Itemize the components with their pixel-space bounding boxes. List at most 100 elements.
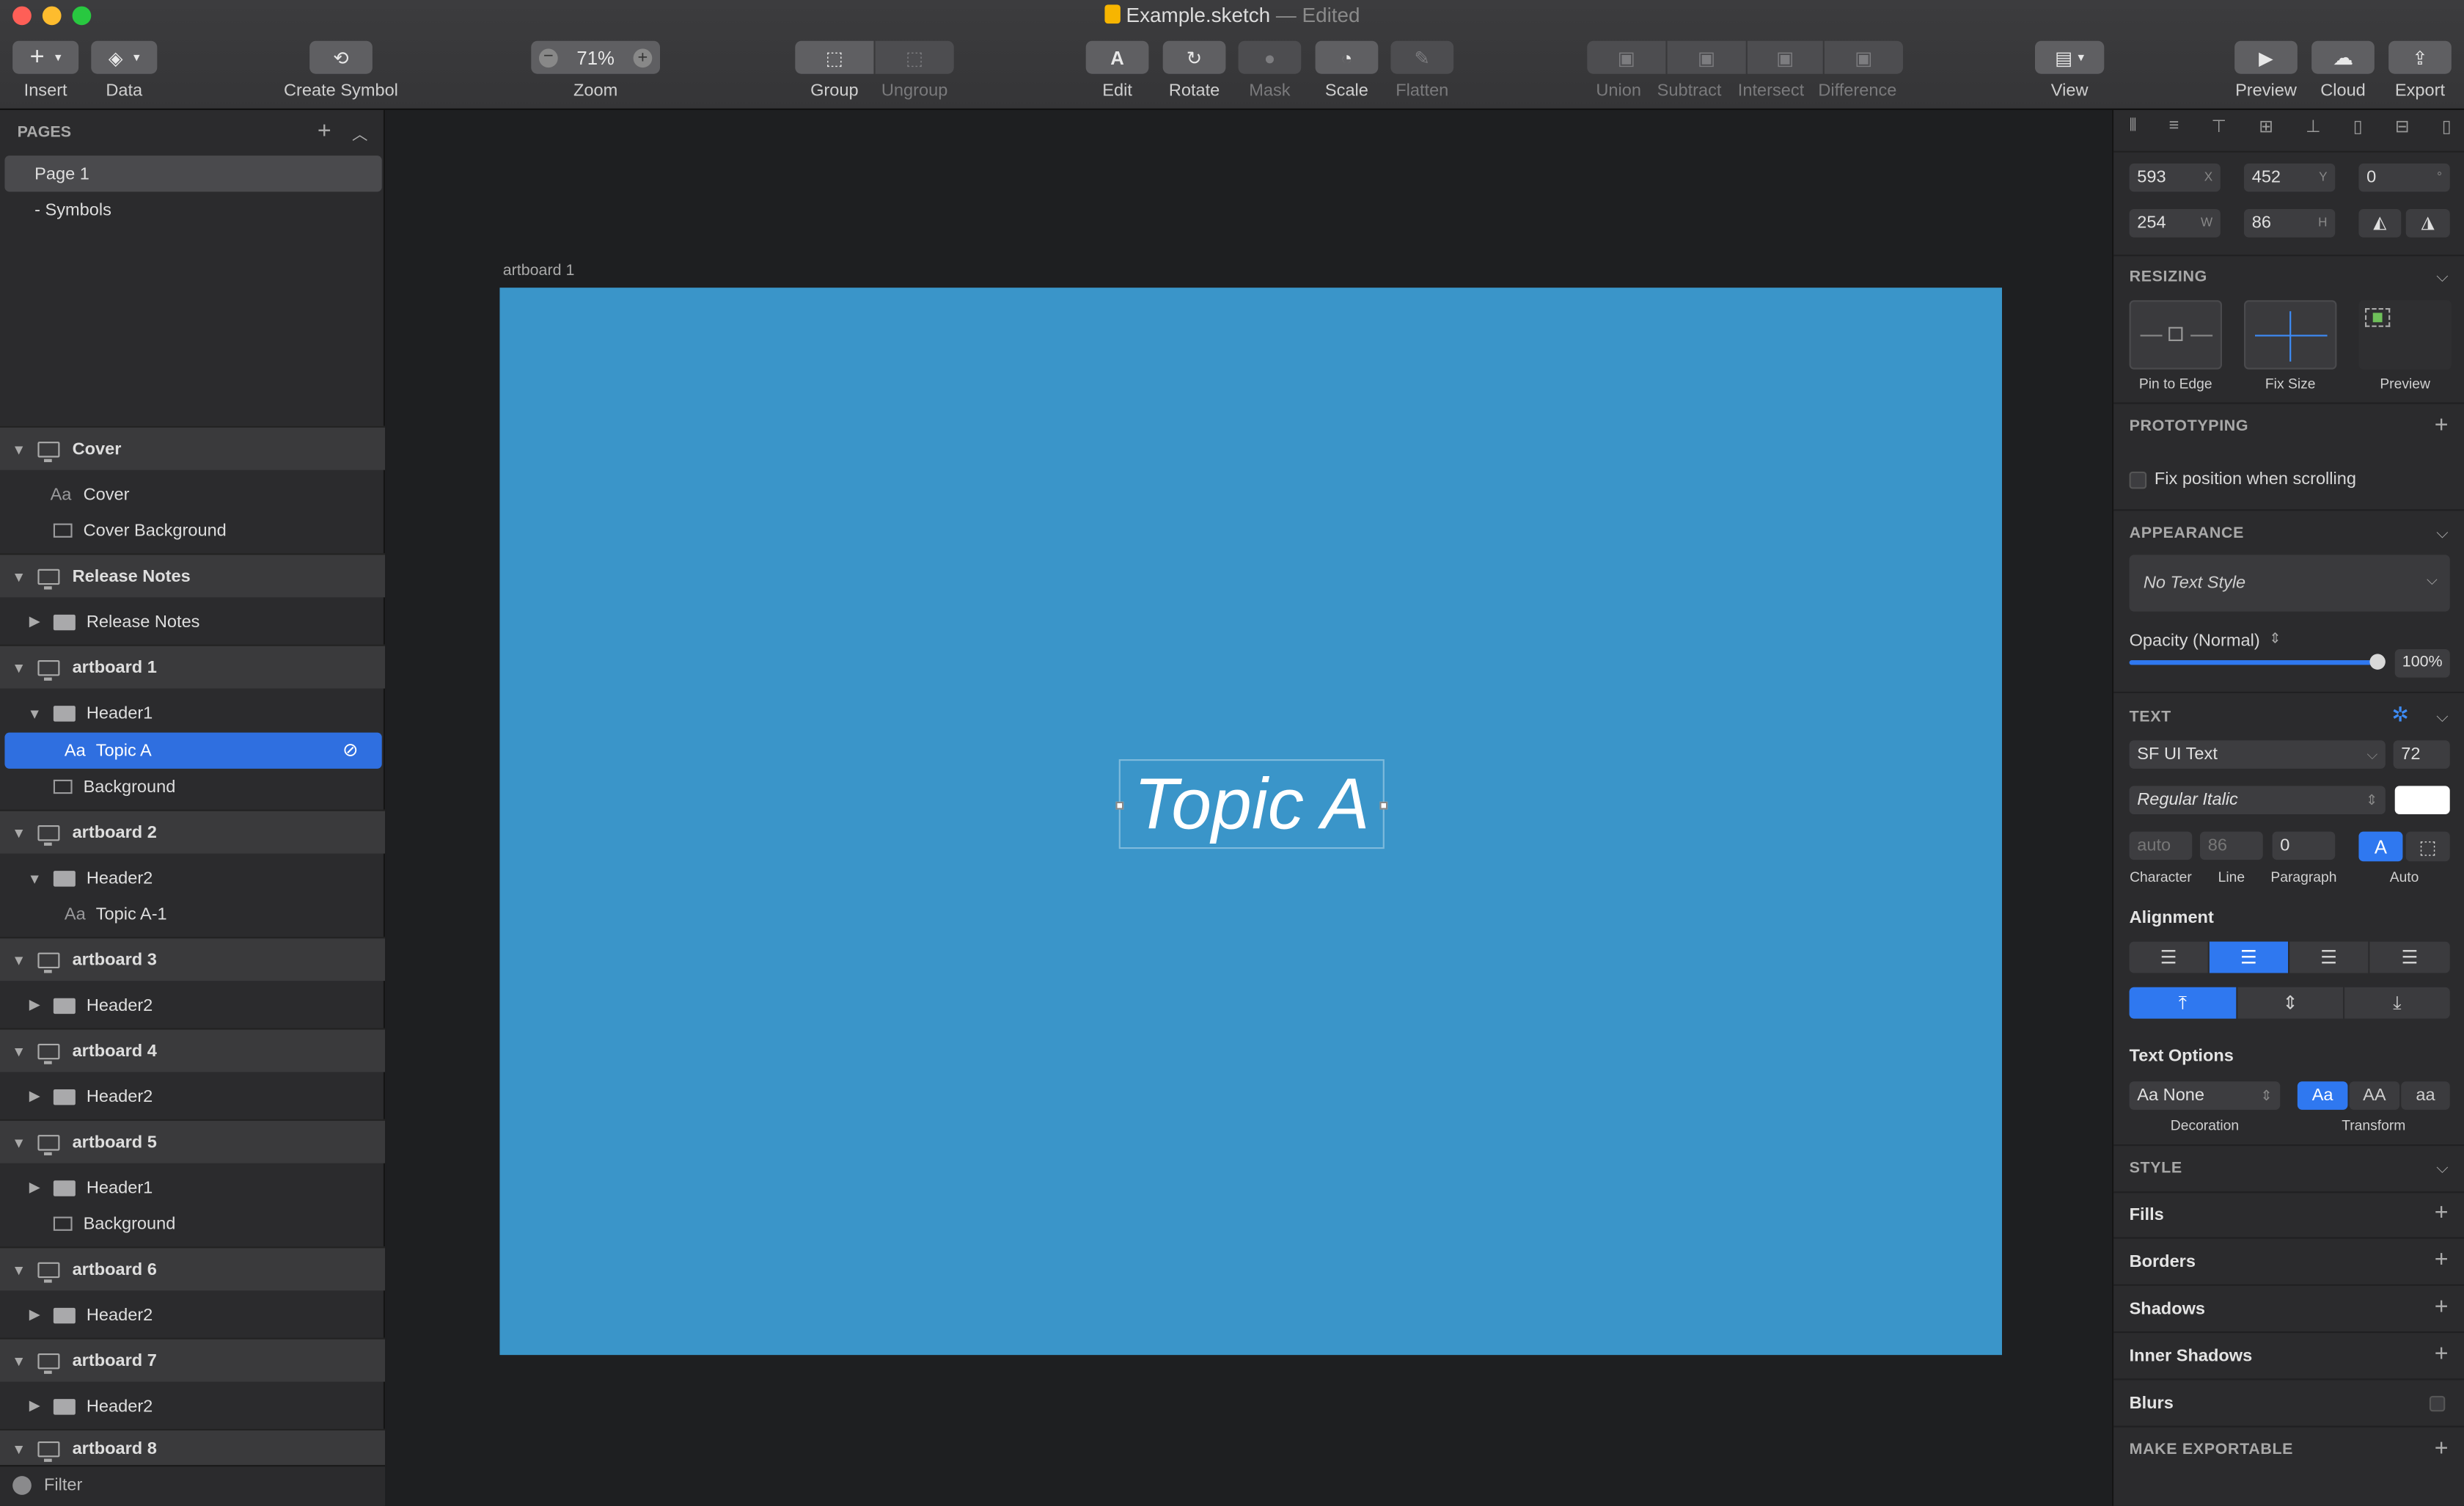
add-border-icon[interactable]: + [2435,1248,2449,1272]
rotation-field[interactable]: 0 ° [2358,163,2450,192]
align-text-center-button[interactable]: ☰ [2209,941,2288,973]
transform-uppercase-button[interactable]: AA [2349,1081,2400,1110]
disclosure-right-icon[interactable]: ▶ [25,1088,44,1105]
vertical-align-middle-button[interactable]: ⇕ [2237,987,2343,1019]
align-left-icon[interactable]: ⫴ [2130,117,2137,142]
fixed-width-button[interactable]: ⬚ [2405,831,2450,862]
text-color-swatch[interactable] [2394,786,2450,814]
page-item-symbols[interactable]: - Symbols [0,191,385,227]
paragraph-spacing-field[interactable]: 0 [2272,831,2336,860]
layer-group-artboard-3[interactable]: ▼ artboard 3 [0,937,385,982]
flip-vertical-button[interactable]: ◮ [2405,209,2450,238]
difference-button[interactable]: ▣ [1824,40,1903,74]
disclosure-right-icon[interactable]: ▶ [25,613,44,631]
add-shadow-icon[interactable]: + [2435,1295,2449,1319]
mask-button[interactable]: ● [1238,40,1302,74]
layer-item[interactable]: ▼ Header2 [0,860,385,896]
align-center-icon[interactable]: ⊟ [2395,117,2410,142]
zoom-out-icon[interactable]: − [539,47,558,67]
disclosure-down-icon[interactable]: ▼ [25,870,44,885]
add-page-icon[interactable]: + [318,118,331,145]
layer-group-artboard-4[interactable]: ▼ artboard 4 [0,1028,385,1072]
add-export-icon[interactable]: + [2435,1437,2449,1461]
filter-input[interactable]: Filter [44,1476,82,1495]
auto-width-button[interactable]: A [2358,831,2403,862]
add-prototype-icon[interactable]: + [2435,414,2449,437]
layer-group-artboard-1[interactable]: ▼ artboard 1 [0,644,385,689]
disclosure-down-icon[interactable]: ▼ [10,1262,29,1277]
layer-item[interactable]: ▶ Header2 [0,1297,385,1333]
disclosure-right-icon[interactable]: ▶ [25,1179,44,1196]
group-button[interactable]: ⬚ [795,40,874,74]
layer-group-artboard-2[interactable]: ▼ artboard 2 [0,809,385,854]
character-spacing-field[interactable]: auto [2129,831,2193,860]
align-text-right-button[interactable]: ☰ [2289,941,2369,973]
font-family-dropdown[interactable]: SF UI Text ⌵ [2129,740,2386,769]
transform-lowercase-button[interactable]: aa [2401,1081,2450,1110]
layer-item[interactable]: ▶ Header2 [0,987,385,1023]
font-weight-dropdown[interactable]: Regular Italic ⇕ [2129,786,2386,814]
align-right-icon[interactable]: ▯ [2442,117,2452,142]
disclosure-down-icon[interactable]: ▼ [10,441,29,456]
align-top-icon[interactable]: ⊤ [2212,117,2227,142]
chevron-down-icon[interactable]: ⌵ [2436,1160,2448,1177]
subtract-button[interactable]: ▣ [1667,40,1746,74]
disclosure-right-icon[interactable]: ▶ [25,1397,44,1415]
layer-item[interactable]: ▼ Header1 [0,695,385,731]
disclosure-down-icon[interactable]: ▼ [10,1134,29,1149]
vertical-align-top-button[interactable]: ⤒ [2129,987,2237,1019]
line-height-field[interactable]: 86 [2200,831,2263,860]
layer-item[interactable]: ▶ Header1 [0,1169,385,1205]
page-item-page-1[interactable]: Page 1 [4,156,382,192]
gear-icon[interactable]: ✲ [2391,703,2408,728]
export-button[interactable]: ⇪ [2388,40,2452,74]
decoration-dropdown[interactable]: Aa None ⇕ [2129,1081,2281,1110]
layer-item-selected[interactable]: Aa Topic A ⊘ [4,732,382,769]
layer-group-artboard-6[interactable]: ▼ artboard 6 [0,1246,385,1291]
disclosure-right-icon[interactable]: ▶ [25,1306,44,1324]
fix-position-checkbox[interactable] [2129,471,2147,489]
topic-a-text[interactable]: Topic A [1119,762,1385,844]
x-field[interactable]: 593 X [2129,163,2221,192]
disclosure-down-icon[interactable]: ▼ [10,825,29,840]
height-field[interactable]: 86 H [2244,209,2336,238]
chevron-down-icon[interactable]: ⌵ [2436,709,2448,726]
layer-group-artboard-5[interactable]: ▼ artboard 5 [0,1119,385,1163]
layer-item[interactable]: Cover Background [0,513,385,549]
font-size-field[interactable]: 72 [2393,740,2450,769]
align-bottom-icon[interactable]: ⊥ [2306,117,2321,142]
width-field[interactable]: 254 W [2129,209,2221,238]
collapse-pages-icon[interactable]: ︿ [352,121,367,145]
layer-group-cover[interactable]: ▼ Cover [0,425,385,470]
layer-group-artboard-7[interactable]: ▼ artboard 7 [0,1337,385,1382]
hidden-eye-icon[interactable]: ⊘ [342,739,359,761]
disclosure-down-icon[interactable]: ▼ [10,1353,29,1368]
layer-item[interactable]: Aa Cover [0,476,385,512]
disclosure-down-icon[interactable]: ▼ [10,1441,29,1456]
layer-item[interactable]: Background [0,1206,385,1242]
transform-none-button[interactable]: Aa [2297,1081,2348,1110]
disclosure-down-icon[interactable]: ▼ [10,659,29,675]
layer-item[interactable]: ▶ Release Notes [0,604,385,640]
flip-horizontal-button[interactable]: ◭ [2358,209,2402,238]
create-symbol-button[interactable]: ⟲ [309,40,373,74]
pin-to-edge-control[interactable] [2129,300,2222,370]
chevron-down-icon[interactable]: ⌵ [2436,525,2448,543]
ungroup-button[interactable]: ⬚ [875,40,954,74]
add-inner-shadow-icon[interactable]: + [2435,1342,2449,1366]
union-button[interactable]: ▣ [1587,40,1666,74]
rotate-button[interactable]: ↻ [1162,40,1226,74]
disclosure-down-icon[interactable]: ▼ [10,569,29,584]
layer-item[interactable]: ▶ Header2 [0,1388,385,1424]
disclosure-down-icon[interactable]: ▼ [10,1043,29,1059]
data-button[interactable]: ◈ ▾ [91,40,158,74]
updown-icon[interactable]: ⇕ [2269,630,2281,648]
opacity-slider[interactable] [2129,660,2378,665]
blur-checkbox[interactable] [2429,1395,2446,1412]
layer-group-release-notes[interactable]: ▼ Release Notes [0,553,385,598]
vertical-align-bottom-button[interactable]: ⤓ [2344,987,2450,1019]
canvas[interactable]: artboard 1 Topic A [386,110,2112,1506]
scale-button[interactable]: ◔ [1315,40,1379,74]
artboard[interactable]: Topic A [499,288,2003,1356]
fix-size-control[interactable] [2244,300,2337,370]
